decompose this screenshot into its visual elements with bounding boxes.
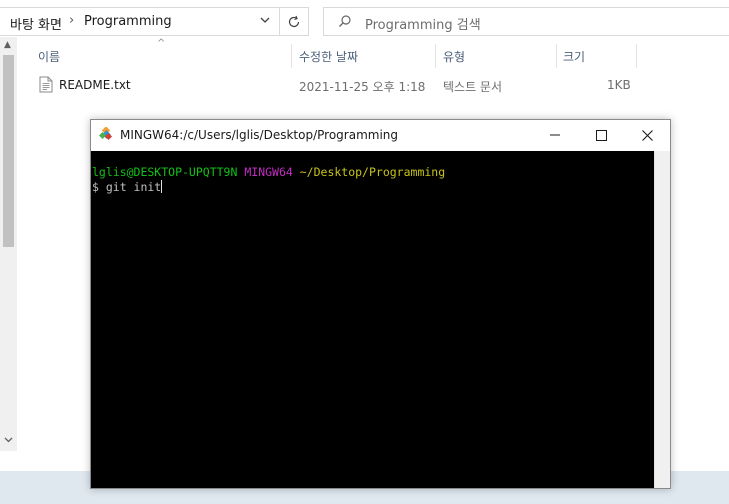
file-date: 2021-11-25 오후 1:18 bbox=[299, 80, 426, 94]
refresh-icon bbox=[288, 15, 300, 27]
column-header-type[interactable]: 유형 bbox=[443, 48, 465, 65]
close-button[interactable] bbox=[624, 120, 670, 150]
terminal-window[interactable]: MINGW64:/c/Users/lglis/Desktop/Programmi… bbox=[90, 119, 671, 489]
sort-ascending-icon: ^ bbox=[157, 38, 166, 49]
maximize-button[interactable] bbox=[578, 120, 624, 150]
column-header-date[interactable]: 수정한 날짜 bbox=[299, 48, 358, 65]
search-box[interactable]: Programming 검색 bbox=[323, 7, 729, 36]
maximize-icon bbox=[595, 129, 607, 141]
search-placeholder: Programming 검색 bbox=[365, 18, 481, 33]
file-row[interactable]: README.txt 2021-11-25 오후 1:18 텍스트 문서 1KB bbox=[17, 74, 729, 96]
terminal-titlebar[interactable]: MINGW64:/c/Users/lglis/Desktop/Programmi… bbox=[91, 120, 670, 150]
terminal-scrollbar[interactable] bbox=[654, 151, 670, 488]
minimize-button[interactable] bbox=[532, 120, 578, 150]
command-text: $ git init bbox=[92, 180, 162, 194]
address-bar[interactable]: 바탕 화면 › Programming bbox=[0, 7, 280, 36]
breadcrumb-programming[interactable]: Programming bbox=[84, 14, 172, 29]
file-name[interactable]: README.txt bbox=[59, 78, 131, 92]
search-icon bbox=[338, 14, 352, 31]
text-file-icon bbox=[39, 76, 53, 96]
prompt-shell: MINGW64 bbox=[244, 165, 293, 179]
vertical-scrollbar[interactable]: ▲ bbox=[0, 37, 17, 451]
terminal-console[interactable]: lglis@DESKTOP-UPQTT9N MINGW64 ~/Desktop/… bbox=[91, 151, 654, 488]
prompt-user-host: lglis@DESKTOP-UPQTT9N bbox=[92, 165, 238, 179]
prompt-line: lglis@DESKTOP-UPQTT9N MINGW64 ~/Desktop/… bbox=[92, 165, 445, 180]
breadcrumb-separator-icon[interactable]: › bbox=[69, 13, 74, 28]
column-header-name[interactable]: 이름 bbox=[38, 48, 60, 65]
column-divider[interactable] bbox=[636, 44, 637, 68]
column-divider[interactable] bbox=[435, 44, 436, 68]
minimize-icon bbox=[550, 134, 560, 136]
file-type: 텍스트 문서 bbox=[443, 80, 503, 94]
address-history-chevron-down-icon[interactable] bbox=[259, 14, 271, 29]
scroll-up-icon[interactable]: ▲ bbox=[4, 40, 11, 50]
scroll-down-chevron-icon[interactable] bbox=[4, 435, 13, 447]
column-divider[interactable] bbox=[556, 44, 557, 68]
scrollbar-thumb[interactable] bbox=[3, 55, 14, 247]
refresh-button[interactable] bbox=[280, 7, 309, 36]
file-size: 1KB bbox=[607, 78, 631, 92]
column-divider[interactable] bbox=[291, 44, 292, 68]
column-header-size[interactable]: 크기 bbox=[563, 48, 585, 65]
terminal-title: MINGW64:/c/Users/lglis/Desktop/Programmi… bbox=[120, 128, 398, 142]
breadcrumb-desktop[interactable]: 바탕 화면 bbox=[10, 14, 62, 33]
text-cursor bbox=[161, 180, 163, 193]
close-icon bbox=[641, 129, 653, 141]
prompt-path: ~/Desktop/Programming bbox=[299, 165, 446, 179]
command-line[interactable]: $ git init bbox=[92, 180, 163, 195]
git-bash-icon bbox=[98, 126, 114, 145]
